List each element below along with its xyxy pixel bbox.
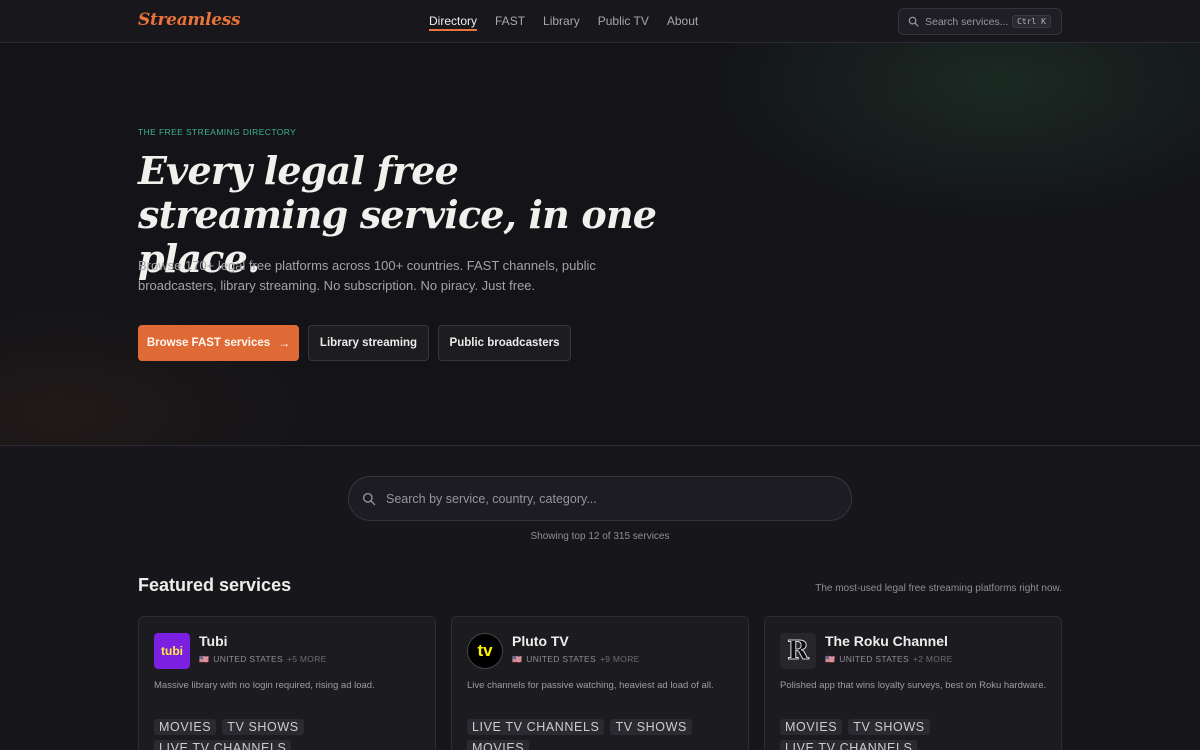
service-country: 🇺🇸 UNITED STATES +2 MORE — [825, 654, 953, 664]
tag: TV SHOWS — [610, 719, 692, 735]
service-card-pluto-tv[interactable]: tv Pluto TV 🇺🇸 UNITED STATES +9 MORE Liv… — [451, 616, 749, 750]
pluto-tv-logo: tv — [467, 633, 503, 669]
service-tags: MOVIES TV SHOWS LIVE TV CHANNELS — [154, 719, 424, 750]
roku-channel-logo: R — [780, 633, 816, 669]
nav-fast[interactable]: FAST — [495, 0, 525, 31]
service-description: Massive library with no login required, … — [154, 680, 375, 691]
featured-services-heading: Featured services — [138, 575, 292, 595]
tag: MOVIES — [467, 740, 530, 750]
header-search-input[interactable]: Search services... Ctrl K — [898, 8, 1062, 35]
service-card-tubi[interactable]: tubi Tubi 🇺🇸 UNITED STATES +5 MORE Massi… — [138, 616, 436, 750]
service-card-roku-channel[interactable]: R The Roku Channel 🇺🇸 UNITED STATES +2 M… — [764, 616, 1062, 750]
featured-services-note: The most-used legal free streaming platf… — [815, 583, 1062, 594]
tag: TV SHOWS — [848, 719, 930, 735]
search-icon — [362, 492, 376, 505]
search-icon — [908, 16, 919, 27]
hero-description: Browse 170+ legal free platforms across … — [138, 258, 596, 293]
results-count: Showing top 12 of 315 services — [530, 531, 670, 542]
service-country: 🇺🇸 UNITED STATES +5 MORE — [199, 654, 327, 664]
us-flag-icon: 🇺🇸 — [512, 654, 523, 664]
top-navigation-bar: Streamless Directory FAST Library Public… — [0, 0, 1200, 43]
service-name: The Roku Channel — [825, 633, 948, 649]
main-nav: Directory FAST Library Public TV About — [429, 0, 698, 43]
public-broadcasters-button[interactable]: Public broadcasters — [438, 325, 571, 361]
service-country: 🇺🇸 UNITED STATES +9 MORE — [512, 654, 640, 664]
header-search-placeholder: Search services... — [925, 15, 1009, 28]
us-flag-icon: 🇺🇸 — [199, 654, 210, 664]
hero-section: THE FREE STREAMING DIRECTORY Every legal… — [0, 43, 1200, 446]
service-search-placeholder: Search by service, country, category... — [386, 491, 597, 506]
browse-fast-button[interactable]: Browse FAST services → — [138, 325, 299, 361]
brand-logo[interactable]: Streamless — [138, 10, 241, 30]
service-description: Polished app that wins loyalty surveys, … — [780, 680, 1047, 691]
tag: MOVIES — [154, 719, 217, 735]
service-search-input[interactable]: Search by service, country, category... — [348, 476, 852, 521]
keyboard-shortcut-hint: Ctrl K — [1012, 15, 1051, 28]
library-streaming-button[interactable]: Library streaming — [308, 325, 429, 361]
nav-public-tv[interactable]: Public TV — [598, 0, 649, 31]
nav-library[interactable]: Library — [543, 0, 580, 31]
service-tags: MOVIES TV SHOWS LIVE TV CHANNELS — [780, 719, 1050, 750]
tag: MOVIES — [780, 719, 843, 735]
tag: LIVE TV CHANNELS — [467, 719, 605, 735]
service-tags: LIVE TV CHANNELS TV SHOWS MOVIES — [467, 719, 737, 750]
tubi-logo: tubi — [154, 633, 190, 669]
tag: TV SHOWS — [222, 719, 304, 735]
service-name: Tubi — [199, 633, 228, 649]
arrow-right-icon: → — [278, 336, 291, 350]
browse-fast-label: Browse FAST services — [146, 337, 271, 349]
tag: LIVE TV CHANNELS — [780, 740, 918, 750]
hero-eyebrow: THE FREE STREAMING DIRECTORY — [138, 127, 297, 137]
service-name: Pluto TV — [512, 633, 569, 649]
us-flag-icon: 🇺🇸 — [825, 654, 836, 664]
tag: LIVE TV CHANNELS — [154, 740, 292, 750]
service-description: Live channels for passive watching, heav… — [467, 680, 714, 691]
nav-directory[interactable]: Directory — [429, 0, 478, 31]
nav-about[interactable]: About — [667, 0, 698, 31]
